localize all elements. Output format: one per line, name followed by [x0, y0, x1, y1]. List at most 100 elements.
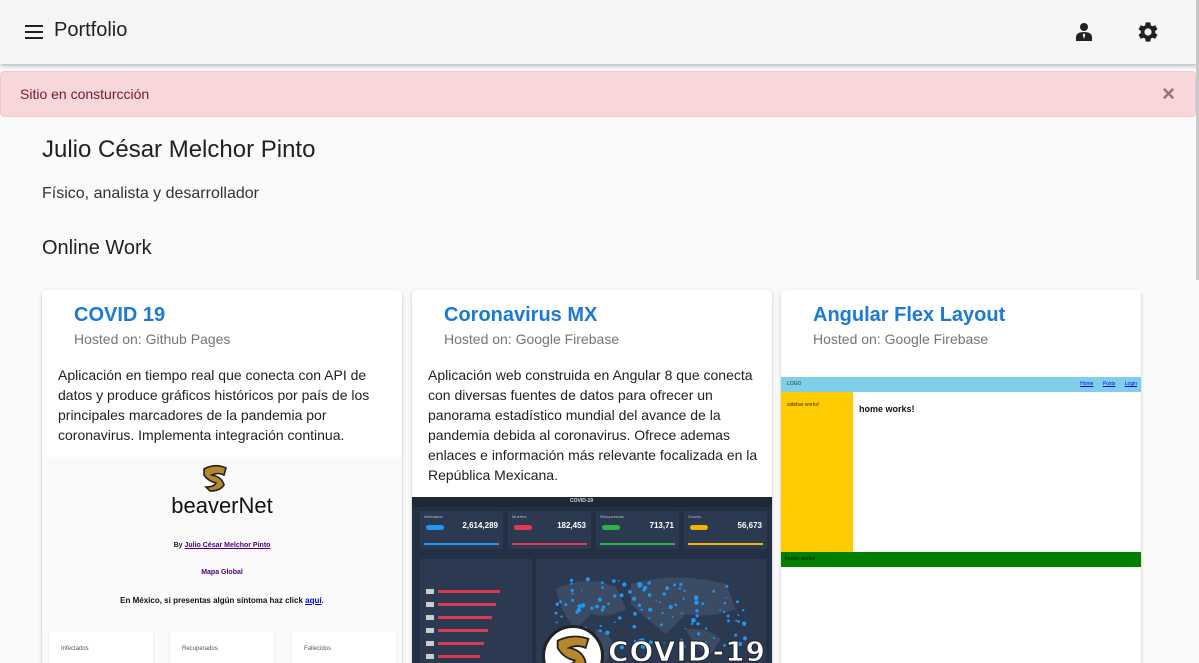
country-bar: [438, 590, 500, 593]
map-dot: [612, 579, 616, 583]
stat-tile-label: Infectados: [424, 514, 443, 519]
stat-tile-bar: [688, 543, 763, 545]
map-dot: [632, 596, 637, 601]
covid-badge-text: COVID-19: [607, 635, 767, 663]
map-dot: [564, 603, 568, 607]
stat-label: Recuperados: [182, 646, 218, 652]
stat-tile-bar: [424, 543, 499, 545]
map-dot: [598, 629, 602, 633]
flag-icon: [426, 628, 434, 633]
mexico-text: En México, si presentas algún síntoma ha…: [120, 596, 306, 605]
map-dot: [613, 594, 617, 598]
map-dot: [660, 623, 663, 627]
map-dot: [600, 581, 604, 584]
map-dot: [673, 583, 676, 587]
map-dot: [632, 624, 637, 629]
card-description: Aplicación en tiempo real que conecta co…: [58, 367, 370, 443]
close-icon[interactable]: ×: [1162, 83, 1175, 105]
author-link[interactable]: Julio César Melchor Pinto: [184, 542, 270, 549]
stat-deaths: Fallecidos: [292, 631, 396, 663]
card-title[interactable]: COVID 19: [74, 304, 165, 327]
demo-nav-link[interactable]: Posts: [1103, 381, 1116, 387]
global-map-link[interactable]: Mapa Global: [42, 569, 402, 576]
map-dot: [560, 615, 563, 618]
author-line: By Julio César Melchor Pinto: [42, 542, 402, 549]
card-title[interactable]: Coronavirus MX: [444, 304, 597, 327]
map-dot: [701, 602, 705, 605]
country-bar: [438, 655, 480, 658]
demo-nav-link[interactable]: Login: [1125, 381, 1137, 387]
stat-tile-value: 713,71: [649, 521, 674, 530]
country-bar: [438, 642, 484, 645]
flag-icon: [426, 589, 434, 594]
card-hosted: Hosted on: Github Pages: [74, 331, 231, 347]
card-thumbnail[interactable]: COVID-19 Infectados 2,614,289 Muertes 182,4…: [412, 497, 772, 663]
map-dot: [662, 592, 666, 596]
demo-nav-link[interactable]: Home: [1080, 381, 1093, 387]
stat-tile-bar: [600, 543, 675, 545]
map-dot: [619, 593, 624, 598]
section-title: Online Work: [42, 237, 152, 259]
map-dot: [570, 588, 574, 592]
map-dot: [695, 609, 699, 613]
card-hosted: Hosted on: Google Firebase: [813, 331, 989, 347]
map-dot: [735, 619, 738, 622]
map-dot: [712, 590, 716, 593]
map-dot: [575, 611, 579, 614]
mexico-link[interactable]: aquí: [305, 596, 321, 605]
stat-tile-bar: [512, 543, 587, 545]
map-dot: [742, 609, 745, 612]
stat-tile-pill: [426, 525, 444, 530]
map-dot: [725, 584, 729, 588]
map-dot: [601, 586, 604, 589]
map-dot: [674, 603, 678, 607]
map-dot: [600, 608, 604, 612]
card-hosted: Hosted on: Google Firebase: [444, 331, 620, 347]
project-card-angular-flex[interactable]: Angular Flex Layout Hosted on: Google Fi…: [781, 290, 1141, 663]
profile-name: Julio César Melchor Pinto: [42, 136, 316, 163]
flag-icon: [426, 654, 434, 659]
stat-tile-value: 2,614,289: [462, 521, 498, 530]
account-icon[interactable]: [1072, 20, 1096, 44]
menu-icon[interactable]: [22, 20, 46, 44]
demo-logo: LOGO: [787, 381, 802, 387]
demo-nav: Home Posts Login: [1072, 381, 1137, 387]
dashboard-header: COVID-19: [412, 497, 772, 507]
map-dot: [640, 608, 643, 611]
map-dot: [599, 624, 602, 628]
map-dot: [691, 617, 696, 623]
map-dot: [661, 612, 664, 615]
flag-icon: [426, 641, 434, 646]
map-dot: [637, 581, 642, 587]
map-dot: [726, 614, 730, 618]
map-dot: [665, 586, 670, 591]
map-dot: [691, 622, 694, 625]
demo-home-text: home works!: [859, 404, 915, 414]
map-dot: [737, 614, 740, 616]
project-card-covid19[interactable]: COVID 19 Hosted on: Github Pages Aplicac…: [42, 290, 402, 663]
stat-tile: Recuperados 713,71: [596, 511, 679, 549]
map-dot: [682, 597, 685, 600]
map-dot: [622, 582, 627, 587]
map-dot: [597, 605, 600, 608]
map-dot: [555, 621, 558, 624]
map-dot: [597, 597, 602, 602]
gear-icon[interactable]: [1136, 20, 1160, 44]
flag-icon: [426, 602, 434, 607]
demo-sidebar-text: sidebar works!: [787, 402, 820, 408]
map-dot: [569, 578, 574, 583]
card-thumbnail[interactable]: LOGO Home Posts Login sidebar works! hom…: [781, 377, 1141, 567]
card-thumbnail[interactable]: beaverNet By Julio César Melchor Pinto M…: [42, 457, 402, 663]
card-title[interactable]: Angular Flex Layout: [813, 304, 1005, 327]
stat-tile-label: Recuperados: [600, 514, 624, 519]
map-dot: [647, 593, 652, 597]
map-dot: [559, 600, 562, 604]
stat-label: Infectados: [61, 646, 89, 652]
stat-tile: Graves 56,673: [684, 511, 767, 549]
project-card-coronavirus-mx[interactable]: Coronavirus MX Hosted on: Google Firebas…: [412, 290, 772, 663]
card-description: Aplicación web construida en Angular 8 q…: [428, 367, 758, 483]
mexico-notice: En México, si presentas algún síntoma ha…: [120, 596, 324, 605]
map-dot: [642, 588, 646, 592]
map-dot: [696, 622, 700, 626]
stat-tile-label: Graves: [688, 514, 701, 519]
